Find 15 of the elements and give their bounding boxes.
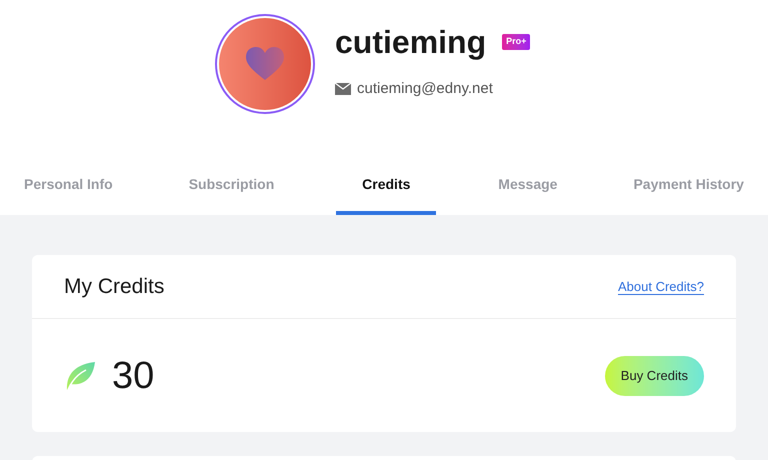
buy-credits-button[interactable]: Buy Credits [604, 356, 704, 396]
tab[interactable]: Subscription [174, 166, 288, 215]
card-title: My Credits [64, 274, 164, 300]
tab[interactable]: Personal Info [10, 166, 127, 215]
leaf-icon [64, 360, 96, 392]
mail-icon [335, 83, 351, 95]
email-address: cutieming@edny.net [357, 78, 493, 99]
tab[interactable]: Message [484, 166, 572, 215]
heart-icon [246, 47, 284, 81]
plan-badge: Pro+ [502, 34, 530, 50]
tab[interactable]: Credits [336, 166, 436, 215]
credits-amount: 30 [112, 356, 154, 394]
tab[interactable]: Payment History [619, 166, 758, 215]
username: cutieming [335, 26, 486, 58]
about-credits-link[interactable]: About Credits? [618, 276, 704, 296]
